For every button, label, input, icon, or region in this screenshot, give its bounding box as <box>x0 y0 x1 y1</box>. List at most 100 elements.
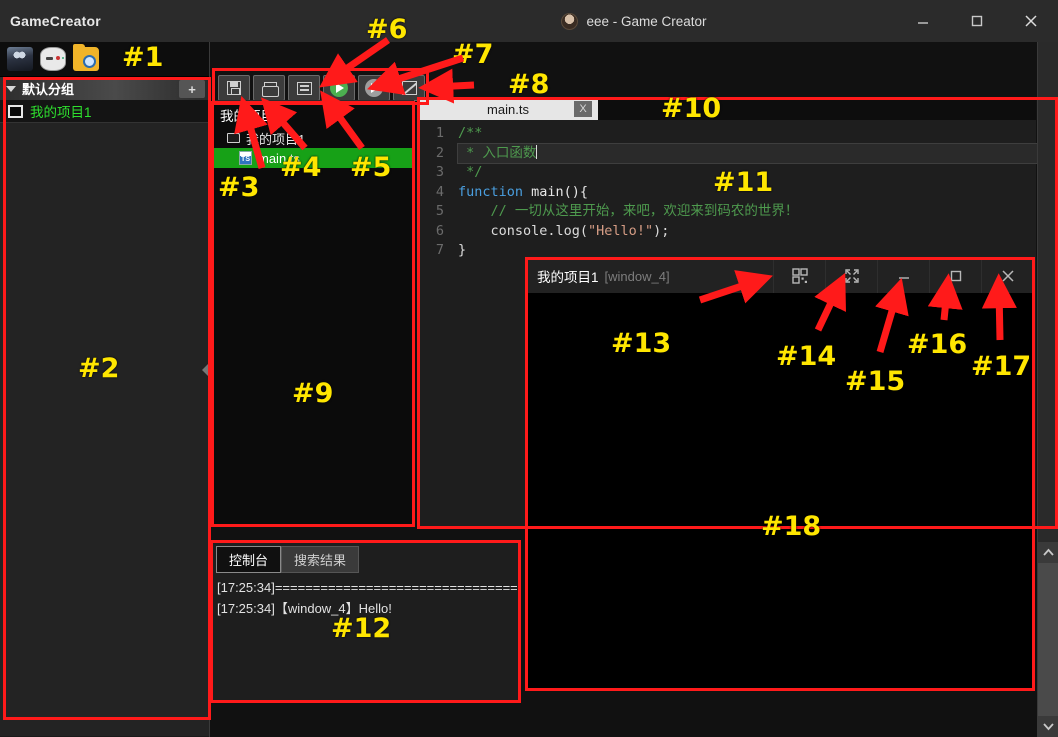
close-button[interactable] <box>981 259 1033 293</box>
code-line: 3 */ <box>418 163 1036 183</box>
tree-node-folder[interactable]: 我的项目1 <box>213 128 413 148</box>
line-number: 5 <box>435 203 444 219</box>
avatar-icon[interactable] <box>7 47 33 71</box>
code-token: console.log( <box>458 222 589 239</box>
project-tree-panel: 我的项目* 我的项目1 main.ts <box>212 100 414 525</box>
project-checkbox-icon[interactable] <box>8 104 23 118</box>
maximize-icon <box>950 270 961 282</box>
code-area[interactable]: 1/** 2 * 入口函数 3 */4 function main(){5 // 一切… <box>418 120 1058 261</box>
package-button[interactable] <box>253 75 285 101</box>
code-token: main(){ <box>531 183 589 200</box>
play-green-icon <box>330 79 348 97</box>
code-token: */ <box>458 164 483 180</box>
add-project-button[interactable]: + <box>179 80 205 98</box>
save-button[interactable] <box>218 75 250 101</box>
maximize-button[interactable] <box>929 259 981 293</box>
code-line: 6 console.log("Hello!"); <box>418 222 1036 242</box>
console-line: [17:25:34]==============================… <box>217 580 517 595</box>
folder-search-icon[interactable] <box>73 44 99 71</box>
scroll-down-button[interactable] <box>1038 716 1058 737</box>
code-line: 4 function main(){ <box>418 183 1036 203</box>
console-panel: 控制台 搜索结果 [17:25:34]======================… <box>212 542 520 702</box>
run-button[interactable] <box>323 75 355 101</box>
right-scrollbar[interactable] <box>1037 42 1058 737</box>
close-icon[interactable]: X <box>574 101 592 117</box>
line-number: 6 <box>435 222 444 239</box>
expand-arrows-icon <box>844 269 859 283</box>
game-canvas[interactable] <box>527 293 1033 689</box>
code-line: 5 // 一切从这里开始，来吧，欢迎来到码农的世界！ <box>418 202 1036 222</box>
line-number: 3 <box>435 164 444 180</box>
code-line: 2 * 入口函数 <box>418 142 1058 164</box>
console-tabs: 控制台 搜索结果 <box>213 543 519 573</box>
code-token: ); <box>653 222 670 239</box>
export-icon <box>401 81 417 95</box>
code-token: } <box>458 242 467 258</box>
annotation-label: #7 <box>452 39 494 70</box>
console-tab-0[interactable]: 控制台 <box>216 546 282 573</box>
game-window-subtitle: [window_4] <box>604 268 670 284</box>
code-text[interactable]: } <box>458 241 466 261</box>
chevron-up-icon <box>1043 548 1054 556</box>
sidebar-collapse-handle[interactable] <box>201 355 211 385</box>
list-icon <box>296 81 312 95</box>
maximize-icon[interactable] <box>950 0 1004 42</box>
game-window-controls <box>773 259 1033 293</box>
sidebar-empty-area <box>0 123 209 736</box>
print-icon <box>261 81 279 97</box>
code-token: function <box>458 183 532 200</box>
minimize-icon[interactable] <box>896 0 950 42</box>
editor-tabbar: main.ts X <box>418 98 1036 120</box>
chevron-down-icon <box>1043 723 1054 731</box>
sidebar-titlebar: GameCreator <box>0 0 210 42</box>
tree-node-label: main.ts <box>258 150 300 166</box>
app-root: GameCreator eee - Game Creator 默认分组 + 我的… <box>0 0 1058 737</box>
code-text[interactable]: console.log("Hello!"); <box>458 222 670 242</box>
game-window-title: 我的项目1 <box>537 270 599 285</box>
console-line: [17:25:34]【window_4】Hello! <box>217 601 392 616</box>
minimize-icon <box>898 277 909 279</box>
text-caret <box>536 144 538 159</box>
main-titlebar[interactable]: eee - Game Creator <box>210 0 1058 42</box>
list-button[interactable] <box>288 75 320 101</box>
tab-main-ts[interactable]: main.ts X <box>418 98 598 120</box>
avatar-icon <box>561 12 579 30</box>
game-window-titlebar[interactable]: 我的项目1 [window_4] <box>527 259 1033 293</box>
sidebar-icon-row <box>0 42 209 76</box>
code-text[interactable]: * 入口函数 <box>456 142 1058 164</box>
window-controls <box>896 0 1058 42</box>
code-token: "Hello!" <box>588 222 654 239</box>
qrcode-button[interactable] <box>773 259 825 293</box>
sidebar-group-header[interactable]: 默认分组 + <box>0 76 209 100</box>
line-number: 4 <box>435 183 444 200</box>
sidebar-project-label: 我的项目1 <box>30 105 92 120</box>
scrollbar-thumb[interactable] <box>1038 563 1058 716</box>
save-icon <box>227 81 241 95</box>
code-token: // 一切从这里开始，来吧，欢迎来到码农的世界！ <box>458 203 799 219</box>
typescript-file-icon <box>239 151 252 165</box>
tree-title: 我的项目* <box>220 109 280 124</box>
qrcode-icon <box>791 268 808 284</box>
tree-node-label: 我的项目1 <box>246 131 306 147</box>
left-sidebar: 默认分组 + 我的项目1 <box>0 42 210 737</box>
debug-button[interactable] <box>358 75 390 101</box>
tree-node-file[interactable]: main.ts <box>213 148 413 168</box>
gamepad-icon[interactable] <box>40 47 66 71</box>
fullscreen-button[interactable] <box>825 259 877 293</box>
tab-label: main.ts <box>487 101 529 117</box>
minimize-button[interactable] <box>877 259 929 293</box>
console-output[interactable]: [17:25:34]==============================… <box>213 573 519 619</box>
game-preview-window: 我的项目1 [window_4] <box>526 258 1034 690</box>
sidebar-item-project[interactable]: 我的项目1 <box>0 100 209 123</box>
line-number: 7 <box>435 242 444 258</box>
console-tab-1[interactable]: 搜索结果 <box>281 546 360 573</box>
line-number: 1 <box>435 125 444 141</box>
code-token: /** <box>458 125 483 141</box>
close-icon[interactable] <box>1004 0 1058 42</box>
scroll-up-button[interactable] <box>1038 542 1058 563</box>
code-text[interactable]: // 一切从这里开始，来吧，欢迎来到码农的世界！ <box>458 202 799 222</box>
code-text[interactable]: function main(){ <box>458 183 588 203</box>
code-text[interactable]: /** <box>458 124 482 144</box>
code-text[interactable]: */ <box>458 163 482 183</box>
folder-icon <box>227 133 240 143</box>
